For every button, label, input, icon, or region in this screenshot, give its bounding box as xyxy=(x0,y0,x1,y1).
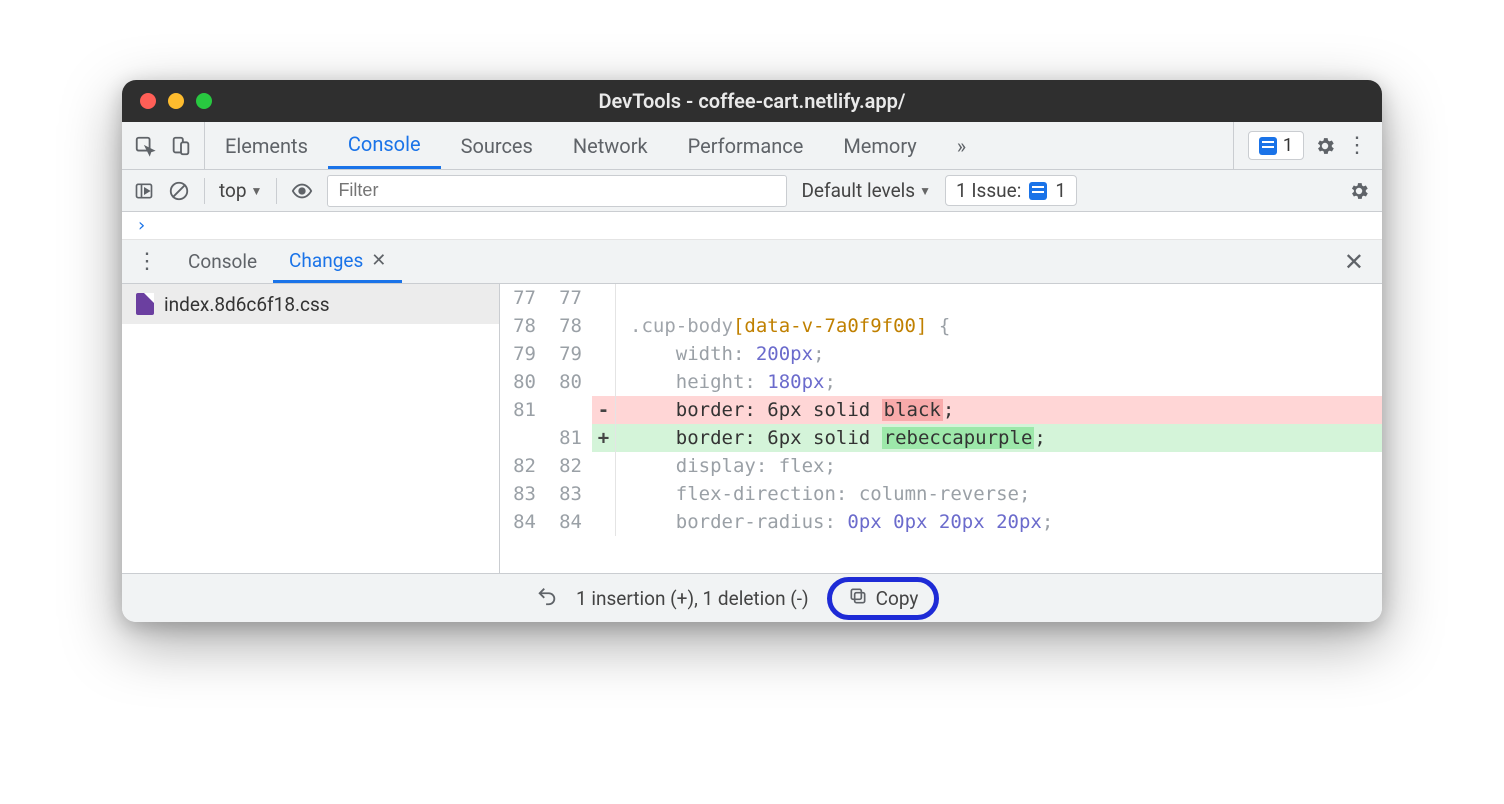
changed-file-item[interactable]: index.8d6c6f18.css xyxy=(122,284,499,324)
drawer-tab-console[interactable]: Console xyxy=(172,240,273,283)
issues-badge-count: 1 xyxy=(1283,135,1293,156)
stylesheet-file-icon xyxy=(136,293,154,315)
tab-elements[interactable]: Elements xyxy=(205,122,328,169)
issues-badge[interactable]: 1 xyxy=(1248,131,1304,160)
main-tabbar: Elements Console Sources Network Perform… xyxy=(122,122,1382,170)
diff-line: 8484 border-radius: 0px 0px 20px 20px; xyxy=(500,508,1382,536)
caret-down-icon: ▼ xyxy=(251,184,263,198)
chat-icon xyxy=(1029,182,1047,200)
drawer-kebab-icon[interactable]: ⋮ xyxy=(122,249,172,274)
drawer-close-icon[interactable]: ✕ xyxy=(1326,248,1382,276)
issues-pill[interactable]: 1 Issue: 1 xyxy=(945,175,1077,206)
tab-console[interactable]: Console xyxy=(328,122,441,169)
console-toolbar: top ▼ Default levels ▼ 1 Issue: 1 xyxy=(122,170,1382,212)
tab-sources[interactable]: Sources xyxy=(441,122,553,169)
drawer-tab-changes[interactable]: Changes ✕ xyxy=(273,240,402,283)
diff-line: 8080 height: 180px; xyxy=(500,368,1382,396)
diff-line: 8282 display: flex; xyxy=(500,452,1382,480)
filter-input[interactable] xyxy=(327,175,787,207)
copy-icon xyxy=(848,586,868,611)
caret-down-icon: ▼ xyxy=(919,184,931,198)
live-expression-icon[interactable] xyxy=(291,180,313,202)
titlebar: DevTools - coffee-cart.netlify.app/ xyxy=(122,80,1382,122)
minimize-window-button[interactable] xyxy=(168,93,184,109)
diff-line: 7878.cup-body[data-v-7a0f9f00] { xyxy=(500,312,1382,340)
tab-network[interactable]: Network xyxy=(553,122,668,169)
settings-icon[interactable] xyxy=(1314,135,1336,157)
tab-performance[interactable]: Performance xyxy=(668,122,824,169)
diff-line: 81+ border: 6px solid rebeccapurple; xyxy=(500,424,1382,452)
tabs-overflow[interactable]: » xyxy=(937,122,986,169)
copy-button[interactable]: Copy xyxy=(827,577,940,620)
chat-icon xyxy=(1259,137,1277,155)
diff-line: 7979 width: 200px; xyxy=(500,340,1382,368)
console-sidebar-toggle-icon[interactable] xyxy=(134,181,154,201)
changes-footer: 1 insertion (+), 1 deletion (-) Copy xyxy=(122,574,1382,622)
console-settings-icon[interactable] xyxy=(1348,180,1370,202)
kebab-menu-icon[interactable]: ⋮ xyxy=(1346,135,1368,157)
diff-line: 7777 xyxy=(500,284,1382,312)
console-prompt[interactable]: › xyxy=(122,212,1382,240)
diff-line: 8383 flex-direction: column-reverse; xyxy=(500,480,1382,508)
changes-summary: 1 insertion (+), 1 deletion (-) xyxy=(576,587,809,610)
changes-panel: index.8d6c6f18.css 77777878.cup-body[dat… xyxy=(122,284,1382,574)
drawer-tabbar: ⋮ Console Changes ✕ ✕ xyxy=(122,240,1382,284)
device-toolbar-icon[interactable] xyxy=(170,135,192,157)
log-levels-dropdown[interactable]: Default levels ▼ xyxy=(801,179,931,202)
tab-memory[interactable]: Memory xyxy=(823,122,936,169)
revert-icon[interactable] xyxy=(536,585,558,612)
close-tab-icon[interactable]: ✕ xyxy=(371,250,386,271)
close-window-button[interactable] xyxy=(140,93,156,109)
fullscreen-window-button[interactable] xyxy=(196,93,212,109)
devtools-window: DevTools - coffee-cart.netlify.app/ Elem… xyxy=(122,80,1382,622)
changed-files-list: index.8d6c6f18.css xyxy=(122,284,500,573)
diff-line: 81- border: 6px solid black; xyxy=(500,396,1382,424)
context-dropdown[interactable]: top ▼ xyxy=(219,179,262,202)
window-title: DevTools - coffee-cart.netlify.app/ xyxy=(122,89,1382,113)
traffic-lights xyxy=(122,93,212,109)
diff-view: 77777878.cup-body[data-v-7a0f9f00] {7979… xyxy=(500,284,1382,573)
inspect-element-icon[interactable] xyxy=(134,135,156,157)
clear-console-icon[interactable] xyxy=(168,180,190,202)
